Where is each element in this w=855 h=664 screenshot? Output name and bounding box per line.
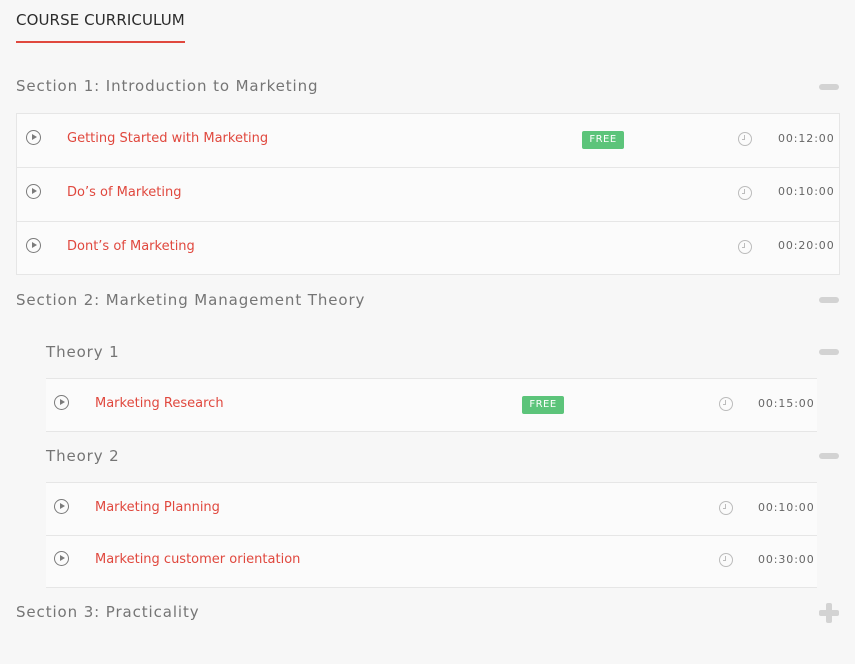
section-3-expand-plus-icon[interactable] [819,603,839,623]
play-circle-icon [54,395,69,410]
theory-1-lesson-list: Marketing Research FREE 00:15:00 [46,378,817,432]
play-circle-icon [26,238,41,253]
section-1-title[interactable]: Section 1: Introduction to Marketing [16,77,318,95]
clock-icon [719,553,733,567]
lesson-duration: 00:10:00 [778,185,835,198]
play-circle-icon [54,499,69,514]
lesson-row[interactable]: Marketing Planning 00:10:00 [46,483,817,536]
clock-icon [738,240,752,254]
lesson-row[interactable]: Getting Started with Marketing FREE 00:1… [17,114,839,168]
lesson-title[interactable]: Marketing customer orientation [95,552,300,567]
lesson-duration: 00:30:00 [758,553,815,566]
lesson-duration: 00:15:00 [758,397,815,410]
theory-1-collapse-minus-icon[interactable] [819,349,839,355]
lesson-row[interactable]: Marketing Research FREE 00:15:00 [46,379,817,431]
clock-icon [719,397,733,411]
clock-icon [719,501,733,515]
lesson-duration: 00:10:00 [758,501,815,514]
clock-icon [738,132,752,146]
lesson-title[interactable]: Marketing Planning [95,500,220,515]
play-circle-icon [26,130,41,145]
free-badge: FREE [522,396,564,414]
play-circle-icon [26,184,41,199]
lesson-duration: 00:20:00 [778,239,835,252]
free-badge: FREE [582,131,624,149]
clock-icon [738,186,752,200]
lesson-row[interactable]: Dont’s of Marketing 00:20:00 [17,222,839,276]
tab-course-curriculum[interactable]: COURSE CURRICULUM [16,11,185,43]
lesson-row[interactable]: Do’s of Marketing 00:10:00 [17,168,839,222]
subsection-theory-1-title[interactable]: Theory 1 [46,343,120,361]
section-2-title[interactable]: Section 2: Marketing Management Theory [16,291,365,309]
lesson-duration: 00:12:00 [778,132,835,145]
section-1-collapse-minus-icon[interactable] [819,84,839,90]
lesson-title[interactable]: Do’s of Marketing [67,185,181,200]
theory-2-lesson-list: Marketing Planning 00:10:00 Marketing cu… [46,482,817,588]
lesson-title[interactable]: Marketing Research [95,396,224,411]
theory-2-collapse-minus-icon[interactable] [819,453,839,459]
section-2-collapse-minus-icon[interactable] [819,297,839,303]
lesson-title[interactable]: Getting Started with Marketing [67,131,268,146]
play-circle-icon [54,551,69,566]
lesson-title[interactable]: Dont’s of Marketing [67,239,195,254]
section-1-lesson-list: Getting Started with Marketing FREE 00:1… [16,113,840,275]
subsection-theory-2-title[interactable]: Theory 2 [46,447,120,465]
section-3-title[interactable]: Section 3: Practicality [16,603,200,621]
lesson-row[interactable]: Marketing customer orientation 00:30:00 [46,536,817,588]
